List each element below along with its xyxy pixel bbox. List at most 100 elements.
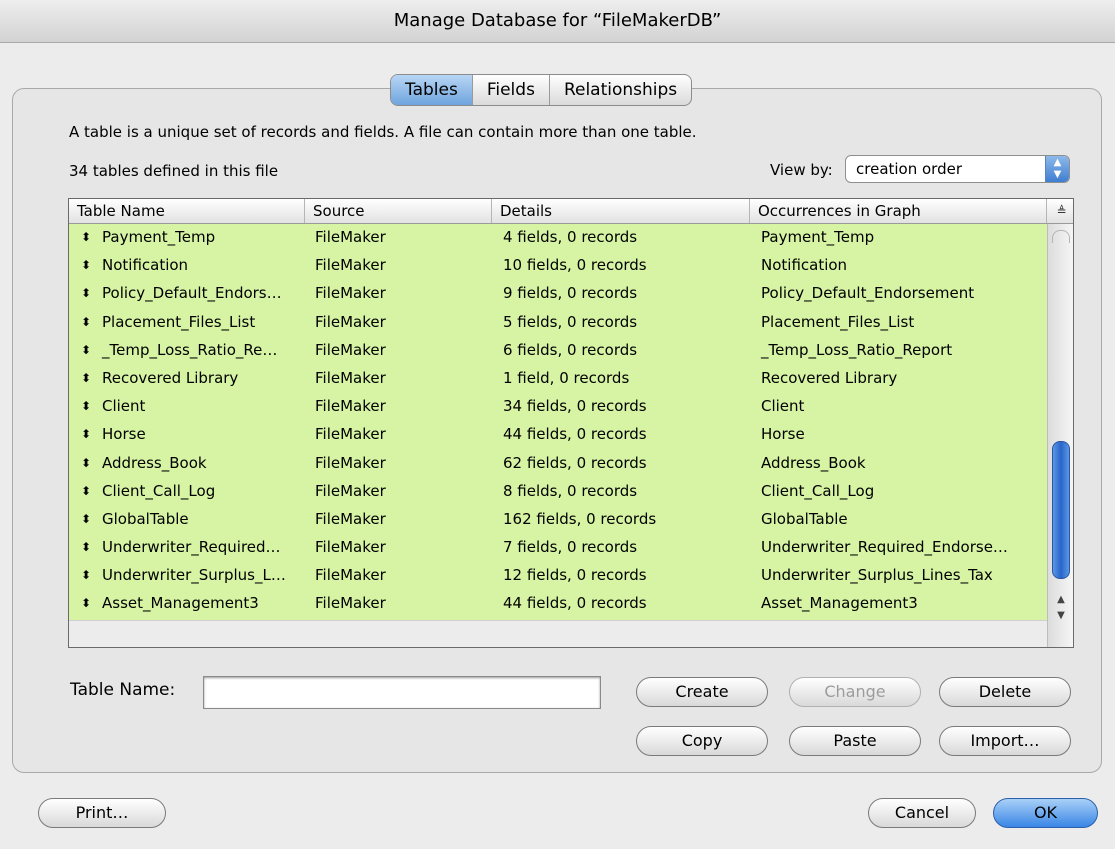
- table-name-cell: Horse: [102, 425, 146, 444]
- source-cell: FileMaker: [315, 425, 386, 444]
- details-cell: 12 fields, 0 records: [503, 566, 647, 585]
- details-cell: 44 fields, 0 records: [503, 425, 647, 444]
- occurrences-cell: _Temp_Loss_Ratio_Report: [761, 340, 953, 359]
- occurrences-cell: GlobalTable: [761, 509, 848, 528]
- column-header-source[interactable]: Source: [305, 199, 492, 223]
- source-cell: FileMaker: [315, 284, 386, 303]
- table-row[interactable]: ⬍ Underwriter_Surplus_L… FileMaker 12 field…: [69, 562, 1047, 590]
- occurrences-cell: Payment_Temp: [761, 228, 875, 246]
- details-cell: 7 fields, 0 records: [503, 538, 638, 557]
- tab-relationships[interactable]: Relationships: [550, 75, 691, 105]
- source-cell: FileMaker: [315, 228, 386, 246]
- table-row[interactable]: ⬍ Recovered Library FileMaker 1 field, 0 re…: [69, 365, 1047, 393]
- drag-handle-icon[interactable]: ⬍: [81, 512, 91, 526]
- details-cell: 34 fields, 0 records: [503, 397, 647, 416]
- drag-handle-icon[interactable]: ⬍: [81, 399, 91, 413]
- table-row[interactable]: ⬍ Horse FileMaker 44 fields, 0 records Horse: [69, 421, 1047, 449]
- table-row[interactable]: ⬍ Payment_Temp FileMaker 4 fields, 0 record…: [69, 224, 1047, 252]
- view-by-label: View by:: [770, 161, 833, 179]
- occurrences-cell: Underwriter_Surplus_Lines_Tax: [761, 566, 993, 585]
- drag-handle-icon[interactable]: ⬍: [81, 568, 91, 582]
- details-cell: 8 fields, 0 records: [503, 481, 638, 500]
- tab-fields[interactable]: Fields: [473, 75, 550, 105]
- details-cell: 62 fields, 0 records: [503, 453, 647, 472]
- table-row[interactable]: ⬍ Asset_Management3 FileMaker 44 fields, 0 …: [69, 590, 1047, 618]
- vertical-scrollbar[interactable]: ▲ ▼: [1047, 224, 1073, 647]
- table-name-input[interactable]: [203, 676, 601, 709]
- scroll-up-arrow-icon[interactable]: ▲: [1048, 594, 1073, 605]
- table-header: Table Name Source Details Occurrences in…: [69, 199, 1073, 224]
- tab-tables[interactable]: Tables: [391, 75, 473, 105]
- source-cell: FileMaker: [315, 368, 386, 387]
- details-cell: 4 fields, 0 records: [503, 228, 638, 246]
- details-cell: 10 fields, 0 records: [503, 256, 647, 275]
- table-name-cell: Notification: [102, 256, 189, 275]
- source-cell: FileMaker: [315, 509, 386, 528]
- view-by-value: creation order: [856, 160, 963, 178]
- table-row[interactable]: ⬍ Address_Book FileMaker 62 fields, 0 recor…: [69, 450, 1047, 478]
- table-name-cell: Payment_Temp: [102, 228, 216, 246]
- scroll-thumb[interactable]: [1052, 441, 1070, 579]
- sort-order-icon[interactable]: ≜: [1050, 199, 1073, 223]
- source-cell: FileMaker: [315, 481, 386, 500]
- create-button[interactable]: Create: [636, 677, 768, 707]
- drag-handle-icon[interactable]: ⬍: [81, 230, 91, 244]
- table-row[interactable]: ⬍ _Temp_Loss_Ratio_Re… FileMaker 6 fields, …: [69, 337, 1047, 365]
- table-body: ⬍ Payment_Temp FileMaker 4 fields, 0 record…: [69, 224, 1047, 620]
- table-row[interactable]: ⬍ GlobalTable FileMaker 162 fields, 0 recor…: [69, 506, 1047, 534]
- ok-button[interactable]: OK: [993, 798, 1098, 828]
- table-row[interactable]: ⬍ Underwriter_Required… FileMaker 7 fields,…: [69, 534, 1047, 562]
- source-cell: FileMaker: [315, 566, 386, 585]
- drag-handle-icon[interactable]: ⬍: [81, 315, 91, 329]
- source-cell: FileMaker: [315, 340, 386, 359]
- occurrences-cell: Asset_Management3: [761, 594, 918, 613]
- copy-button[interactable]: Copy: [636, 726, 768, 756]
- column-header-table-name[interactable]: Table Name: [69, 199, 305, 223]
- drag-handle-icon[interactable]: ⬍: [81, 484, 91, 498]
- source-cell: FileMaker: [315, 453, 386, 472]
- table-row[interactable]: ⬍ Placement_Files_List FileMaker 5 fields, …: [69, 309, 1047, 337]
- import-button[interactable]: Import…: [939, 726, 1071, 756]
- drag-handle-icon[interactable]: ⬍: [81, 596, 91, 610]
- table-row[interactable]: ⬍ Client FileMaker 34 fields, 0 records Clie…: [69, 393, 1047, 421]
- paste-button[interactable]: Paste: [789, 726, 921, 756]
- occurrences-cell: Address_Book: [761, 453, 866, 472]
- source-cell: FileMaker: [315, 312, 386, 331]
- source-cell: FileMaker: [315, 256, 386, 275]
- table-name-cell: _Temp_Loss_Ratio_Re…: [102, 340, 278, 359]
- table-name-cell: Address_Book: [102, 453, 207, 472]
- details-cell: 9 fields, 0 records: [503, 284, 638, 303]
- print-button[interactable]: Print…: [38, 798, 166, 828]
- details-cell: 162 fields, 0 records: [503, 509, 657, 528]
- drag-handle-icon[interactable]: ⬍: [81, 456, 91, 470]
- drag-handle-icon[interactable]: ⬍: [81, 286, 91, 300]
- drag-handle-icon[interactable]: ⬍: [81, 540, 91, 554]
- column-header-occurrences[interactable]: Occurrences in Graph: [750, 199, 1047, 223]
- drag-handle-icon[interactable]: ⬍: [81, 258, 91, 272]
- table-row[interactable]: ⬍ Notification FileMaker 10 fields, 0 recor…: [69, 252, 1047, 280]
- drag-handle-icon[interactable]: ⬍: [81, 427, 91, 441]
- drag-handle-icon[interactable]: ⬍: [81, 371, 91, 385]
- panel-description: A table is a unique set of records and f…: [69, 123, 697, 141]
- cancel-button[interactable]: Cancel: [868, 798, 976, 828]
- source-cell: FileMaker: [315, 397, 386, 416]
- table-row[interactable]: ⬍ Policy_Default_Endors… FileMaker 9 fields…: [69, 280, 1047, 308]
- table-name-cell: Policy_Default_Endors…: [102, 284, 282, 303]
- view-by-select[interactable]: creation order ▲ ▼: [845, 155, 1070, 183]
- column-header-details[interactable]: Details: [492, 199, 750, 223]
- occurrences-cell: Notification: [761, 256, 848, 275]
- source-cell: FileMaker: [315, 594, 386, 613]
- delete-button[interactable]: Delete: [939, 677, 1071, 707]
- change-button[interactable]: Change: [789, 677, 921, 707]
- tables-list: Table Name Source Details Occurrences in…: [68, 198, 1074, 648]
- tab-bar: Tables Fields Relationships: [390, 74, 693, 106]
- occurrences-cell: Policy_Default_Endorsement: [761, 284, 975, 303]
- occurrences-cell: Client_Call_Log: [761, 481, 875, 500]
- table-name-cell: GlobalTable: [102, 509, 189, 528]
- table-row[interactable]: ⬍ Client_Call_Log FileMaker 8 fields, 0 rec…: [69, 478, 1047, 506]
- scroll-down-arrow-icon[interactable]: ▼: [1048, 610, 1073, 621]
- occurrences-cell: Underwriter_Required_Endorse…: [761, 538, 1008, 557]
- window-title: Manage Database for “FileMakerDB”: [0, 0, 1115, 43]
- updown-arrows-icon: ▲ ▼: [1045, 156, 1069, 182]
- drag-handle-icon[interactable]: ⬍: [81, 343, 91, 357]
